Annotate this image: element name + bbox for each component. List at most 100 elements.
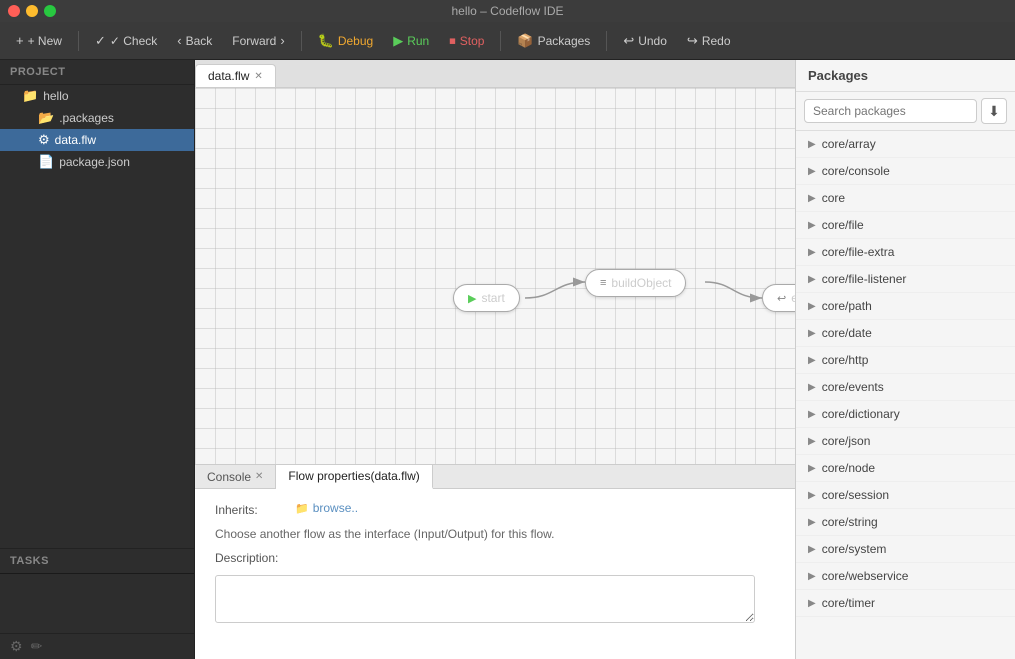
package-item[interactable]: ▶core/date bbox=[796, 320, 1015, 347]
package-arrow-icon: ▶ bbox=[808, 436, 816, 447]
sep1 bbox=[78, 31, 79, 51]
search-input[interactable] bbox=[804, 99, 977, 123]
new-button[interactable]: + + New bbox=[8, 29, 70, 52]
console-tab-close[interactable]: ✕ bbox=[255, 471, 263, 482]
package-item[interactable]: ▶ core/file bbox=[796, 212, 1015, 239]
tab-data-flw-label: data.flw bbox=[208, 69, 249, 83]
new-icon: + bbox=[16, 33, 24, 48]
minimize-button[interactable] bbox=[26, 5, 38, 17]
flow-node-start[interactable]: ▶ start bbox=[453, 284, 520, 312]
package-name: core/system bbox=[822, 542, 887, 556]
package-item[interactable]: ▶core/session bbox=[796, 482, 1015, 509]
bottom-tabbar: Console ✕ Flow properties(data.flw) bbox=[195, 465, 795, 489]
back-icon: ‹ bbox=[177, 33, 181, 48]
tab-close-icon[interactable]: ✕ bbox=[254, 71, 262, 82]
browse-folder-icon: 📁 bbox=[295, 502, 309, 515]
sep2 bbox=[301, 31, 302, 51]
forward-icon: › bbox=[280, 33, 284, 48]
bottom-content: Inherits: 📁 browse.. Choose another flow… bbox=[195, 489, 795, 659]
package-arrow-icon: ▶ bbox=[808, 571, 816, 582]
package-name: core/file-listener bbox=[822, 272, 907, 286]
package-item[interactable]: ▶core/console bbox=[796, 158, 1015, 185]
package-name: core/date bbox=[822, 326, 872, 340]
package-name: core/file-extra bbox=[822, 245, 895, 259]
project-header: Project bbox=[0, 60, 194, 85]
package-json-label: package.json bbox=[59, 155, 130, 169]
package-arrow-icon: ▶ bbox=[808, 220, 816, 231]
json-icon: 📄 bbox=[38, 154, 54, 170]
packages-icon: 📦 bbox=[517, 33, 533, 49]
list-icon: ≡ bbox=[600, 277, 606, 289]
tasks-icons: ⚙ ✏ bbox=[0, 633, 194, 659]
package-arrow-icon: ▶ bbox=[808, 274, 816, 285]
package-name: core/path bbox=[822, 299, 872, 313]
back-label: Back bbox=[186, 34, 213, 48]
packages-list: ▶core/array▶core/console▶core▶core/file▶… bbox=[796, 131, 1015, 659]
tasks-settings-icon[interactable]: ⚙ bbox=[10, 638, 23, 655]
back-button[interactable]: ‹ Back bbox=[169, 29, 220, 52]
package-item[interactable]: ▶ core/file-listener bbox=[796, 266, 1015, 293]
forward-button[interactable]: Forward › bbox=[224, 29, 292, 52]
sidebar-item-data-flw[interactable]: ⚙ data.flw bbox=[0, 129, 194, 151]
package-item[interactable]: ▶ core/http bbox=[796, 347, 1015, 374]
flow-node-end[interactable]: ↩ end bbox=[762, 284, 795, 312]
debug-button[interactable]: 🐛 Debug bbox=[310, 29, 382, 53]
package-item[interactable]: ▶core/webservice bbox=[796, 563, 1015, 590]
package-item[interactable]: ▶core/json bbox=[796, 428, 1015, 455]
download-icon: ⬇ bbox=[988, 103, 1000, 120]
check-button[interactable]: ✓ ✓ Check bbox=[87, 29, 165, 53]
package-arrow-icon: ▶ bbox=[808, 355, 816, 366]
close-button[interactable] bbox=[8, 5, 20, 17]
bottom-tab-flow-props[interactable]: Flow properties(data.flw) bbox=[276, 465, 432, 489]
package-item[interactable]: ▶core/file-extra bbox=[796, 239, 1015, 266]
download-button[interactable]: ⬇ bbox=[981, 98, 1007, 124]
package-name: core/http bbox=[822, 353, 869, 367]
package-item[interactable]: ▶core bbox=[796, 185, 1015, 212]
package-name: core/string bbox=[822, 515, 878, 529]
description-textarea[interactable] bbox=[215, 575, 755, 623]
package-item[interactable]: ▶core/string bbox=[796, 509, 1015, 536]
package-item[interactable]: ▶core/dictionary bbox=[796, 401, 1015, 428]
end-node-label: end bbox=[791, 291, 795, 305]
packages-item-label: .packages bbox=[59, 111, 114, 125]
inherits-row: Inherits: 📁 browse.. bbox=[215, 501, 775, 517]
check-icon: ✓ bbox=[95, 33, 106, 49]
inherits-value: 📁 browse.. bbox=[295, 501, 358, 515]
packages-panel: Packages ⬇ ▶core/array▶core/console▶core… bbox=[795, 60, 1015, 659]
undo-button[interactable]: ↩ Undo bbox=[615, 29, 675, 53]
package-item[interactable]: ▶core/system bbox=[796, 536, 1015, 563]
redo-button[interactable]: ↪ Redo bbox=[679, 29, 739, 53]
package-arrow-icon: ▶ bbox=[808, 463, 816, 474]
sidebar-item-hello[interactable]: 📁 hello bbox=[0, 85, 194, 107]
data-flw-icon: ⚙ bbox=[38, 132, 50, 148]
package-item[interactable]: ▶core/array bbox=[796, 131, 1015, 158]
sidebar-item-packages[interactable]: 📂 .packages bbox=[0, 107, 194, 129]
package-item[interactable]: ▶core/path bbox=[796, 293, 1015, 320]
stop-button[interactable]: ⏹ Stop bbox=[441, 29, 492, 53]
data-flw-label: data.flw bbox=[55, 133, 96, 147]
package-item[interactable]: ▶core/timer bbox=[796, 590, 1015, 617]
flow-node-buildObject[interactable]: ≡ buildObject bbox=[585, 269, 686, 297]
package-item[interactable]: ▶core/events bbox=[796, 374, 1015, 401]
packages-button[interactable]: 📦 Packages bbox=[509, 29, 598, 53]
folder-icon: 📁 bbox=[22, 88, 38, 104]
debug-label: Debug bbox=[338, 34, 373, 48]
tab-data-flw[interactable]: data.flw ✕ bbox=[195, 64, 276, 87]
sep3 bbox=[500, 31, 501, 51]
tasks-edit-icon[interactable]: ✏ bbox=[31, 638, 43, 655]
sidebar-spacer bbox=[0, 173, 194, 548]
start-node-label: start bbox=[481, 291, 504, 305]
bottom-panel: Console ✕ Flow properties(data.flw) Inhe… bbox=[195, 464, 795, 659]
description-note: Choose another flow as the interface (In… bbox=[215, 527, 775, 541]
flow-canvas[interactable]: ▶ start ≡ buildObject ↩ end bbox=[195, 88, 795, 464]
bottom-tab-console[interactable]: Console ✕ bbox=[195, 465, 276, 488]
browse-link[interactable]: browse.. bbox=[313, 501, 358, 515]
package-arrow-icon: ▶ bbox=[808, 598, 816, 609]
maximize-button[interactable] bbox=[44, 5, 56, 17]
package-item[interactable]: ▶core/node bbox=[796, 455, 1015, 482]
run-button[interactable]: ▶ Run bbox=[385, 29, 437, 53]
sidebar-item-package-json[interactable]: 📄 package.json bbox=[0, 151, 194, 173]
traffic-lights bbox=[8, 5, 56, 17]
tasks-body bbox=[0, 573, 194, 633]
package-name: core/file bbox=[822, 218, 864, 232]
